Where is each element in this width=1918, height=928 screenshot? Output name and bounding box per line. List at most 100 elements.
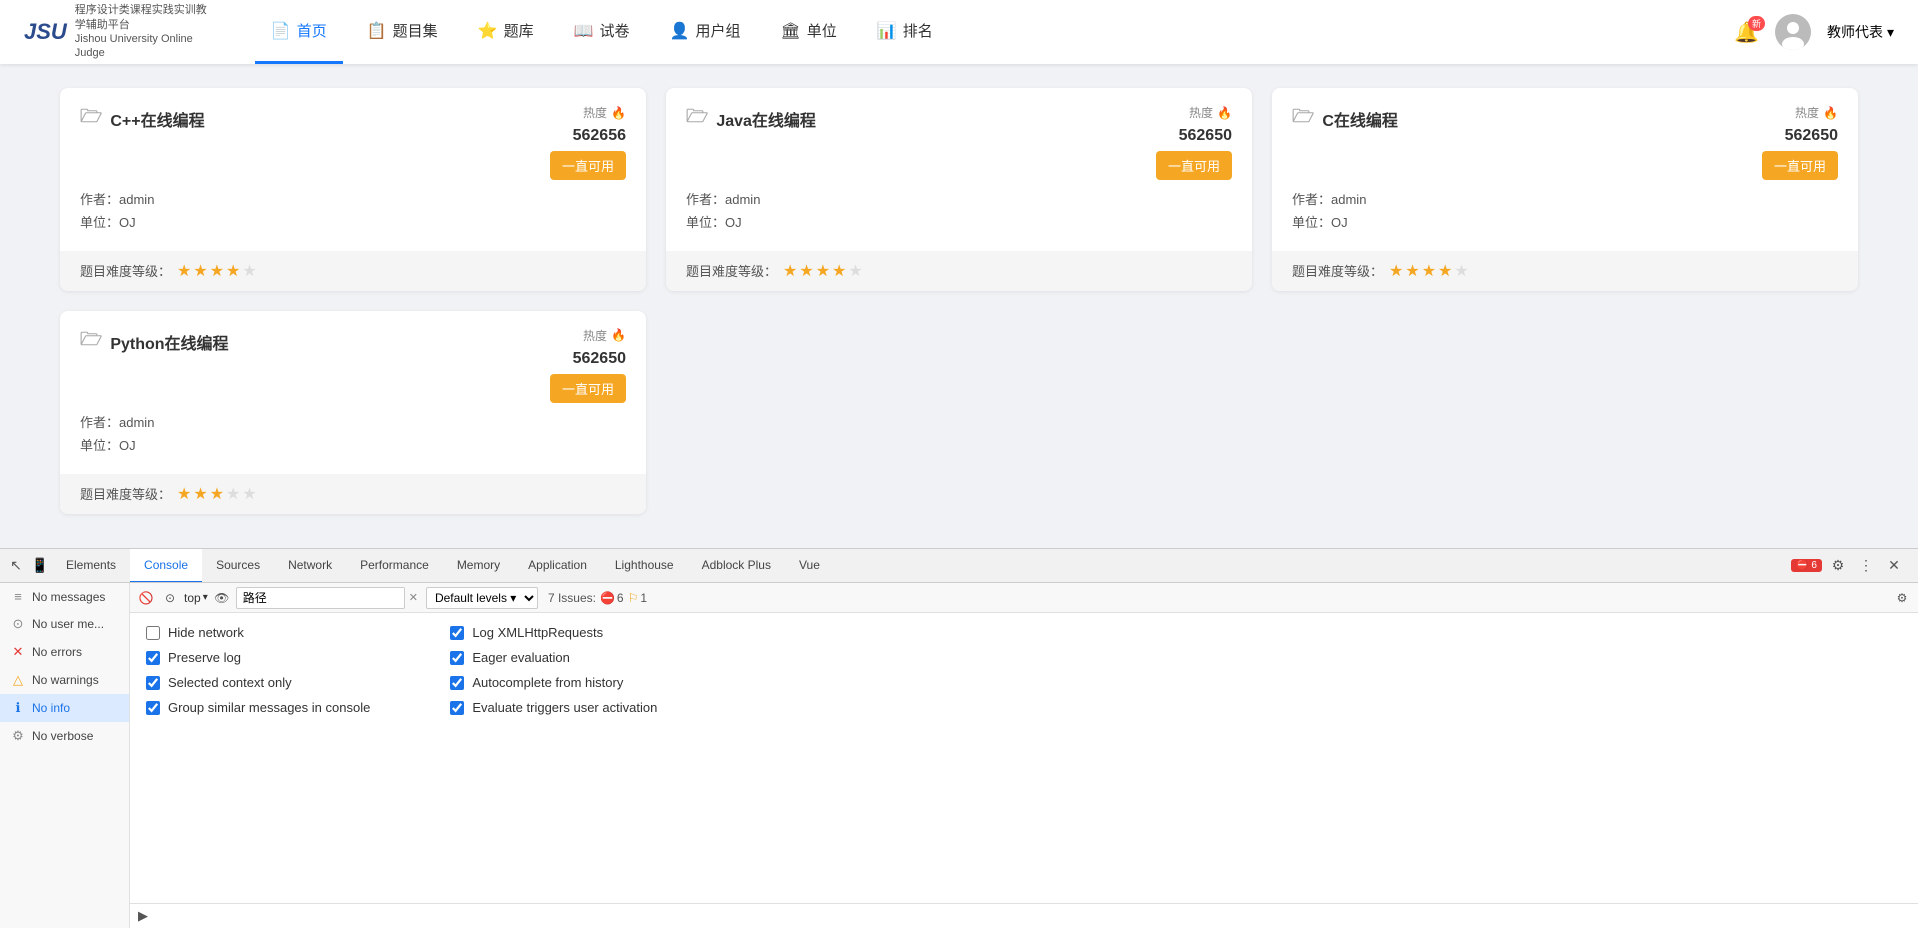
user-dropdown-icon: ▾: [1887, 24, 1894, 41]
option-label: Log XMLHttpRequests: [472, 625, 603, 640]
context-selector[interactable]: top ▾: [184, 591, 208, 605]
heat-text: 热度: [583, 327, 607, 344]
star: ★: [226, 484, 240, 504]
stars-row: ★★★★★: [177, 484, 257, 504]
available-button[interactable]: 一直可用: [1762, 151, 1838, 180]
nav-item-首页[interactable]: 📄首页: [255, 0, 343, 64]
sidebar-filter-msg[interactable]: ≡No messages: [0, 583, 129, 610]
card-title-text: Java在线编程: [716, 107, 816, 131]
devtools-tab-performance[interactable]: Performance: [346, 549, 443, 583]
option-checkbox[interactable]: [146, 701, 160, 715]
devtools-tab-adblock-plus[interactable]: Adblock Plus: [688, 549, 785, 583]
star: ★: [1405, 261, 1419, 281]
devtools-tab-network[interactable]: Network: [274, 549, 346, 583]
nav-item-单位[interactable]: 🏛单位: [764, 0, 852, 64]
devtools-tab-vue[interactable]: Vue: [785, 549, 834, 583]
card-top: 🗁 Java在线编程 热度 🔥 562650 一直可用 作者：admin 单位：…: [666, 88, 1252, 251]
card-footer: 题目难度等级： ★★★★★: [60, 474, 646, 514]
option-checkbox[interactable]: [146, 626, 160, 640]
user-menu[interactable]: 教师代表 ▾: [1827, 22, 1894, 42]
available-button[interactable]: 一直可用: [550, 374, 626, 403]
sidebar-filter-user[interactable]: ⊙No user me...: [0, 610, 129, 638]
card-heat: 热度 🔥 562650 一直可用: [1156, 104, 1232, 180]
author-value: admin: [119, 415, 154, 430]
heat-text: 热度: [1795, 104, 1819, 121]
option-checkbox[interactable]: [450, 701, 464, 715]
stars-row: ★★★★★: [783, 261, 863, 281]
card-footer: 题目难度等级： ★★★★★: [60, 251, 646, 291]
available-button[interactable]: 一直可用: [550, 151, 626, 180]
sidebar-filter-icon-warn: △: [10, 672, 26, 688]
nav-links: 📄首页📋题目集⭐题库📖试卷👤用户组🏛单位📊排名: [255, 0, 1734, 64]
sidebar-filter-icon-msg: ≡: [10, 589, 26, 604]
devtools-tab-elements[interactable]: Elements: [52, 549, 130, 583]
devtools-tab-memory[interactable]: Memory: [443, 549, 514, 583]
available-button[interactable]: 一直可用: [1156, 151, 1232, 180]
unit-info: 单位：OJ: [1292, 211, 1838, 234]
nav-label: 排名: [903, 20, 933, 41]
author-info: 作者：admin: [80, 411, 626, 434]
star: ★: [210, 261, 224, 281]
difficulty-label: 题目难度等级：: [80, 261, 171, 280]
card-heat: 热度 🔥 562650 一直可用: [1762, 104, 1838, 180]
devtools-tabs: ↖ 📱 ElementsConsoleSourcesNetworkPerform…: [0, 549, 1918, 583]
devtools-tab-sources[interactable]: Sources: [202, 549, 274, 583]
sidebar-filter-error[interactable]: ✕No errors: [0, 638, 129, 666]
console-settings-icon[interactable]: ⚙: [1892, 588, 1912, 608]
problem-set-card: 🗁 C++在线编程 热度 🔥 562656 一直可用 作者：admin 单位：O…: [60, 88, 646, 291]
card-grid: 🗁 C++在线编程 热度 🔥 562656 一直可用 作者：admin 单位：O…: [60, 88, 1858, 514]
heat-label: 热度 🔥: [583, 104, 626, 121]
devtools-more-button[interactable]: ⋮: [1854, 554, 1878, 578]
filter-clear-icon[interactable]: ✕: [405, 591, 422, 604]
notification-bell[interactable]: 🔔 新: [1734, 20, 1759, 45]
nav-item-试卷[interactable]: 📖试卷: [558, 0, 646, 64]
warn-badge: ⚐ 1: [628, 591, 647, 605]
prompt-arrow-icon[interactable]: ▶: [138, 908, 148, 924]
sidebar-filter-info[interactable]: ℹNo info: [0, 694, 129, 722]
card-title-text: C在线编程: [1322, 107, 1398, 131]
author-info: 作者：admin: [1292, 188, 1838, 211]
sidebar-filter-warn[interactable]: △No warnings: [0, 666, 129, 694]
author-value: admin: [119, 192, 154, 207]
option-checkbox[interactable]: [450, 676, 464, 690]
devtools-error-badge[interactable]: ⛔ 6: [1791, 559, 1822, 572]
nav-item-题库[interactable]: ⭐题库: [462, 0, 550, 64]
heat-label: 热度 🔥: [1795, 104, 1838, 121]
sidebar-filter-label-error: No errors: [32, 645, 82, 659]
option-checkbox[interactable]: [146, 651, 160, 665]
sidebar-filter-icon-info: ℹ: [10, 700, 26, 716]
brand: JSU 程序设计类课程实践实训教学辅助平台 Jishou University …: [24, 3, 215, 60]
option-item: Log XMLHttpRequests: [450, 625, 657, 640]
devtools-tab-application[interactable]: Application: [514, 549, 601, 583]
context-chevron: ▾: [203, 592, 208, 603]
clear-console-button[interactable]: 🚫: [136, 588, 156, 608]
console-filter-input[interactable]: [236, 587, 405, 609]
issues-badge-row[interactable]: 7 Issues: ⛔ 6 ⚐ 1: [548, 591, 647, 605]
brand-logo: JSU: [24, 19, 67, 45]
option-checkbox[interactable]: [450, 626, 464, 640]
eye-icon-button[interactable]: 👁: [212, 588, 232, 608]
option-label: Eager evaluation: [472, 650, 570, 665]
devtools-inspect-icon[interactable]: ↖: [4, 554, 28, 578]
option-checkbox[interactable]: [450, 651, 464, 665]
devtools-close-button[interactable]: ✕: [1882, 554, 1906, 578]
star: ★: [1438, 261, 1452, 281]
nav-label: 题库: [504, 20, 534, 41]
user-avatar[interactable]: [1775, 14, 1811, 50]
devtools-settings-button[interactable]: ⚙: [1826, 554, 1850, 578]
devtools-tab-console[interactable]: Console: [130, 549, 202, 583]
option-item: Selected context only: [146, 675, 370, 690]
block-icon-button[interactable]: ⊙: [160, 588, 180, 608]
option-checkbox[interactable]: [146, 676, 160, 690]
sidebar-filter-verbose[interactable]: ⚙No verbose: [0, 722, 129, 750]
heat-value: 562650: [1179, 127, 1232, 145]
nav-item-用户组[interactable]: 👤用户组: [654, 0, 757, 64]
devtools-tab-lighthouse[interactable]: Lighthouse: [601, 549, 688, 583]
nav-item-排名[interactable]: 📊排名: [861, 0, 949, 64]
card-info: 作者：admin 单位：OJ: [1292, 188, 1838, 235]
card-title: 🗁 Java在线编程: [686, 104, 816, 134]
log-level-select[interactable]: Default levels ▾: [426, 587, 538, 609]
nav-item-题目集[interactable]: 📋题目集: [351, 0, 454, 64]
devtools-responsive-icon[interactable]: 📱: [28, 554, 52, 578]
card-title: 🗁 C在线编程: [1292, 104, 1398, 134]
